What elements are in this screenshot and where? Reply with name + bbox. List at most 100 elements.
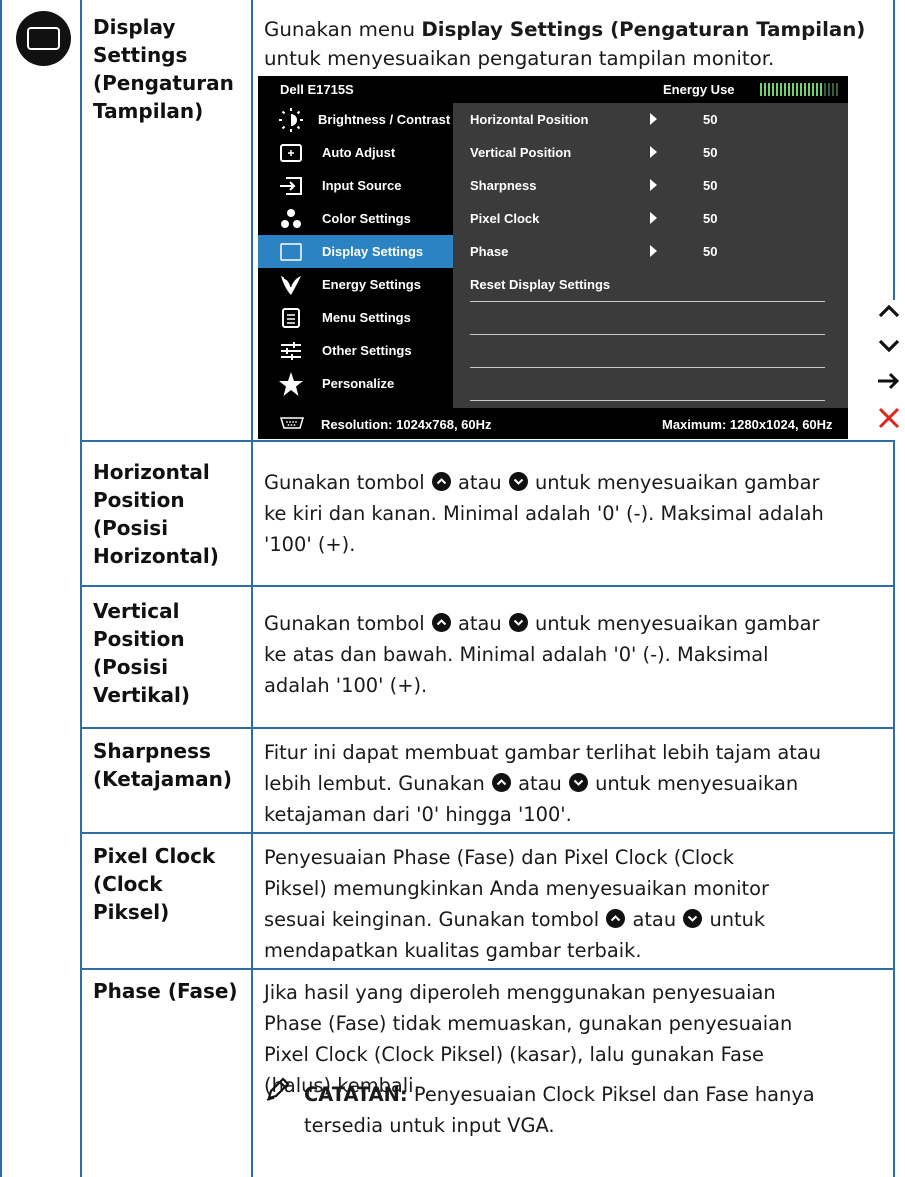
play-arrow-icon: [650, 212, 657, 224]
energy-bar: [824, 83, 826, 96]
energy-bar: [828, 83, 830, 96]
row-label-phase: Phase (Fase): [93, 979, 238, 1003]
desc-line: ke atas dan bawah. Minimal adalah '0' (-…: [264, 643, 769, 666]
row-label-pixel-clock: Pixel Clock (Clock Piksel): [93, 844, 216, 924]
osd-model-name: Dell E1715S: [280, 82, 354, 97]
energy-meter: [760, 83, 838, 96]
desc-line: mendapatkan kualitas gambar terbaik.: [264, 939, 642, 962]
energy-bar: [816, 83, 818, 96]
energy-bar: [812, 83, 814, 96]
desc-line: Gunakan tombol atau untuk menyesuaikan g…: [264, 612, 820, 635]
menu-item-brightness-contrast[interactable]: Brightness / Contrast: [258, 103, 453, 136]
desc-line: '100' (+).: [264, 533, 356, 556]
menu-item-input-source[interactable]: Input Source: [258, 169, 453, 202]
energy-bar: [808, 83, 810, 96]
row-desc-display-settings: Gunakan menu Display Settings (Pengatura…: [264, 18, 866, 70]
desc-line: lebih lembut. Gunakan atau untuk menyesu…: [264, 772, 799, 795]
energy-bar: [804, 83, 806, 96]
submenu-horizontal-position[interactable]: Horizontal Position 50: [453, 103, 848, 136]
osd-menu-screenshot: Dell E1715S Energy Use Brightness / Cont…: [258, 76, 848, 439]
menu-item-auto-adjust[interactable]: Auto Adjust: [258, 136, 453, 169]
osd-header: Dell E1715S Energy Use: [258, 76, 848, 103]
row-label-vertical-position: Vertical Position (Posisi Vertikal): [93, 599, 191, 707]
energy-bar: [788, 83, 790, 96]
row-desc-horizontal-position: Gunakan tombol atau untuk menyesuaikan g…: [264, 467, 894, 560]
energy-bar: [760, 83, 762, 96]
osd-footer: Resolution: 1024x768, 60Hz Maximum: 1280…: [258, 408, 848, 439]
up-button-icon: [606, 909, 626, 928]
other-settings-icon: [281, 342, 301, 360]
down-arrow-icon[interactable]: [876, 333, 902, 359]
desc-line: sesuai keinginan. Gunakan tombol atau un…: [264, 908, 766, 931]
close-icon[interactable]: [876, 405, 902, 431]
energy-bar: [780, 83, 782, 96]
submenu-divider: [470, 400, 825, 401]
personalize-icon: [279, 372, 303, 396]
right-arrow-icon[interactable]: [876, 368, 902, 394]
table-border-left: [80, 0, 82, 1177]
osd-main-menu: Brightness / Contrast Auto Adjust Input …: [258, 103, 453, 408]
page-border-left: [0, 0, 2, 1177]
desc-line: ketajaman dari '0' hingga '100'.: [264, 803, 572, 826]
desc-line: Phase (Fase) tidak memuaskan, gunakan pe…: [264, 1012, 793, 1035]
display-settings-category-icon: [16, 11, 71, 66]
row-desc-pixel-clock: Penyesuaian Phase (Fase) dan Pixel Clock…: [264, 842, 894, 966]
menu-item-color-settings[interactable]: Color Settings: [258, 202, 453, 235]
menu-item-display-settings[interactable]: Display Settings: [258, 235, 453, 268]
energy-bar: [832, 83, 834, 96]
auto-adjust-icon: [280, 144, 302, 162]
up-button-icon: [431, 613, 451, 632]
energy-bar: [772, 83, 774, 96]
energy-bar: [820, 83, 822, 96]
down-button-icon: [568, 773, 588, 792]
submenu-pixel-clock[interactable]: Pixel Clock 50: [453, 202, 848, 235]
vga-connector-icon: [279, 417, 305, 429]
down-button-icon: [683, 909, 703, 928]
menu-item-personalize[interactable]: Personalize: [258, 367, 453, 400]
osd-maximum-resolution: Maximum: 1280x1024, 60Hz: [662, 417, 833, 432]
row-label-horizontal-position: Horizontal Position (Posisi Horizontal): [93, 460, 219, 568]
menu-settings-icon: [282, 308, 300, 328]
desc-line: Fitur ini dapat membuat gambar terlihat …: [264, 741, 822, 764]
energy-bar: [836, 83, 838, 96]
desc-line: Pixel Clock (Clock Piksel) (kasar), lalu…: [264, 1043, 764, 1066]
submenu-vertical-position[interactable]: Vertical Position 50: [453, 136, 848, 169]
submenu-sharpness[interactable]: Sharpness 50: [453, 169, 848, 202]
row-divider: [80, 440, 895, 442]
energy-bar: [800, 83, 802, 96]
submenu-divider: [470, 334, 825, 335]
up-button-icon: [431, 472, 451, 491]
up-arrow-icon[interactable]: [876, 298, 902, 324]
table-border-mid: [251, 0, 253, 1177]
brightness-icon: [279, 108, 303, 132]
submenu-divider: [470, 367, 825, 368]
osd-energy-label: Energy Use: [663, 82, 735, 97]
input-source-icon: [280, 177, 302, 195]
energy-bar: [792, 83, 794, 96]
energy-bar: [776, 83, 778, 96]
submenu-phase[interactable]: Phase 50: [453, 235, 848, 268]
desc-line: Penyesuaian Phase (Fase) dan Pixel Clock…: [264, 846, 735, 869]
menu-item-energy-settings[interactable]: Energy Settings: [258, 268, 453, 301]
desc-line: Gunakan tombol atau untuk menyesuaikan g…: [264, 471, 820, 494]
down-button-icon: [508, 613, 528, 632]
desc-line: Jika hasil yang diperoleh menggunakan pe…: [264, 981, 776, 1004]
row-desc-vertical-position: Gunakan tombol atau untuk menyesuaikan g…: [264, 608, 894, 701]
osd-resolution: Resolution: 1024x768, 60Hz: [321, 417, 492, 432]
play-arrow-icon: [650, 113, 657, 125]
menu-item-menu-settings[interactable]: Menu Settings: [258, 301, 453, 334]
menu-item-other-settings[interactable]: Other Settings: [258, 334, 453, 367]
desc-line: adalah '100' (+).: [264, 674, 428, 697]
color-settings-icon: [281, 209, 301, 228]
display-settings-icon: [280, 243, 302, 261]
row-divider: [80, 585, 895, 587]
desc-line: Piksel) memungkinkan Anda menyesuaikan m…: [264, 877, 769, 900]
row-divider: [80, 727, 895, 729]
energy-bar: [784, 83, 786, 96]
play-arrow-icon: [650, 245, 657, 257]
energy-bar: [796, 83, 798, 96]
submenu-divider: [470, 301, 825, 302]
submenu-reset-display-settings[interactable]: Reset Display Settings: [453, 268, 848, 301]
note-pencil-icon: [266, 1077, 290, 1101]
energy-bar: [768, 83, 770, 96]
